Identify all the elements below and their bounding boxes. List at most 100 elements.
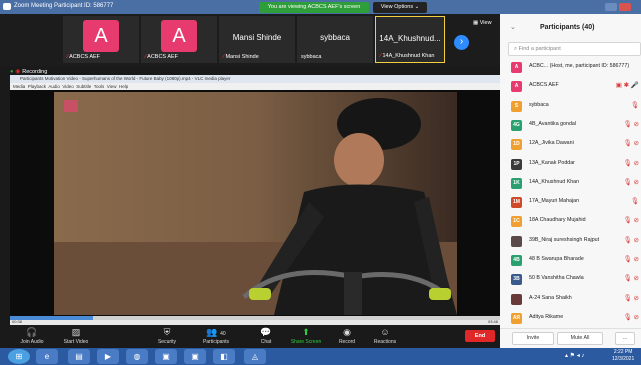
participant-row[interactable]: 4B 48 B Swarupa Bharade 🎙 ⊘ <box>506 253 641 269</box>
avatar: 1K <box>511 177 522 189</box>
participant-row[interactable]: AR Aditya Rikame 🎙 ⊘ <box>506 311 641 327</box>
system-tray-icons[interactable]: ▴ ⚑ ◂ ♪ <box>565 352 584 359</box>
participant-row[interactable]: 1D 12A_Jivika Dawani 🎙 ⊘ <box>506 137 641 153</box>
taskbar-folder-icon[interactable]: ▤ <box>68 349 90 364</box>
participant-row[interactable]: A ACBC... (Host, me, participant ID: 5867… <box>506 60 641 76</box>
participant-status-icons: 🎙 ⊘ <box>623 217 639 225</box>
participant-row[interactable]: Ssybbaca 🎙 <box>506 99 641 115</box>
reactions-button[interactable]: ☺ Reactions <box>368 327 402 345</box>
taskbar-firefox-icon[interactable]: ◍ <box>126 349 148 364</box>
participant-status-icons: 🎙 ⊘ <box>623 159 639 167</box>
record-icon: ◉ <box>343 327 351 337</box>
participant-row[interactable]: A-24 Sana Shaikh 🎙 ⊘ <box>506 292 641 308</box>
menu-subtitle[interactable]: Subtitle <box>76 84 91 89</box>
tile-big-name: Mansi Shinde <box>232 33 282 42</box>
participants-button[interactable]: 👥 40 Participants <box>195 327 237 345</box>
security-button[interactable]: ⛨ Security <box>150 327 184 345</box>
participant-row[interactable]: 1P 13A_Kanak Poddar 🎙 ⊘ <box>506 157 641 173</box>
avatar <box>511 293 522 305</box>
next-page-button[interactable]: › <box>454 35 469 50</box>
taskbar-ie-icon[interactable]: e <box>36 349 58 364</box>
taskbar-media-icon[interactable]: ▶ <box>97 349 119 364</box>
close-button[interactable] <box>619 3 631 11</box>
share-screen-button[interactable]: ⬆ Share Screen <box>286 327 326 345</box>
grid-icon: ▦ <box>473 20 479 26</box>
participant-name: A-24 Sana Shaikh <box>529 294 572 301</box>
muted-mic-icon: ⁄ <box>223 54 224 60</box>
menu-view[interactable]: View <box>107 84 117 89</box>
participant-row[interactable]: 39B_Niraj sureshsingh Rajput 🎙 ⊘ <box>506 234 641 250</box>
video-tile[interactable]: A ⁄ ACBCS AEF <box>141 16 217 63</box>
join-audio-button[interactable]: 🎧 Join Audio <box>14 327 50 345</box>
avatar: 4G <box>511 119 522 131</box>
participant-row[interactable]: 1M 17A_Mayuri Mahajan 🎙 <box>506 195 641 211</box>
more-button[interactable]: ... <box>615 332 635 345</box>
participant-row[interactable]: 3B 50 B Vanshitha Chawla 🎙 ⊘ <box>506 272 641 288</box>
taskbar-zoom-icon-2[interactable]: ▣ <box>184 349 206 364</box>
time-elapsed: 00:38 <box>12 319 23 324</box>
muted-mic-icon: ⁄ <box>145 54 146 60</box>
tile-name: ⁄ ACBCS AEF <box>67 54 101 60</box>
participant-name: ACBCS AEF <box>529 82 559 89</box>
tile-name: ⁄ ACBCS AEF <box>145 54 179 60</box>
muted-mic-icon: ⁄ <box>67 54 68 60</box>
tile-big-name: 14A_Khushnud... <box>379 34 441 43</box>
video-tile[interactable]: A ⁄ ACBCS AEF <box>63 16 139 63</box>
avatar: A <box>83 20 119 52</box>
participant-row[interactable]: A ACBCS AEF ▣ ✱ 🎤 <box>506 79 641 95</box>
participant-name: 50 B Vanshitha Chawla <box>529 275 584 282</box>
video-tile[interactable]: Mansi Shinde ⁄ Mansi Shinde <box>219 16 295 63</box>
avatar: AR <box>511 312 522 324</box>
participant-status-icons: 🎙 ⊘ <box>623 178 639 186</box>
reactions-icon: ☺ <box>380 327 390 337</box>
avatar: 1C <box>511 216 522 228</box>
participant-row[interactable]: 4G 4B_Avantika gondal 🎙 ⊘ <box>506 118 641 134</box>
participant-name: 17A_Mayuri Mahajan <box>529 198 580 205</box>
start-button[interactable]: ⊞ <box>8 349 30 364</box>
menu-audio[interactable]: Audio <box>48 84 60 89</box>
avatar: A <box>511 62 522 73</box>
avatar: 1M <box>511 197 522 209</box>
participants-icon: 👥 40 <box>206 327 226 337</box>
video-frame[interactable] <box>54 92 457 315</box>
start-video-button[interactable]: ▨ Start Video <box>56 327 96 345</box>
participant-name: 12A_Jivika Dawani <box>529 140 574 147</box>
cyclist-video-image <box>54 92 457 315</box>
participant-row[interactable]: 1C 18A Chaudhary Mujahid 🎙 ⊘ <box>506 214 641 230</box>
chat-button[interactable]: 💬 Chat <box>254 327 278 345</box>
mute-all-button[interactable]: Mute All <box>557 332 603 345</box>
participant-search-input[interactable]: ⌕ Find a participant <box>508 42 641 56</box>
vlc-menu-bar: Media Playback Audio Video Subtitle Tool… <box>10 83 500 90</box>
system-clock[interactable]: 2:22 PM 12/3/2021 <box>612 349 634 363</box>
invite-button[interactable]: Invite <box>512 332 554 345</box>
collapse-icon[interactable]: ⌄ <box>510 23 516 31</box>
share-screen-icon: ⬆ <box>302 327 310 337</box>
participant-status-icons: 🎙 ⊘ <box>623 140 639 148</box>
avatar: S <box>511 100 522 112</box>
view-options-button[interactable]: View Options ⌄ <box>373 2 427 13</box>
video-off-icon: ▨ <box>71 327 81 337</box>
menu-video[interactable]: Video <box>62 84 73 89</box>
taskbar-zoom-icon[interactable]: ▣ <box>155 349 177 364</box>
video-tile[interactable]: sybbaca sybbaca <box>297 16 373 63</box>
tile-name: sybbaca <box>301 54 322 60</box>
participant-row[interactable]: 1K 14A_Khushnud Khan 🎙 ⊘ <box>506 176 641 192</box>
participant-name: 14A_Khushnud Khan <box>529 178 580 185</box>
taskbar-vlc-icon[interactable]: ◬ <box>244 349 266 364</box>
avatar <box>511 235 522 247</box>
active-speaker-tile[interactable]: 14A_Khushnud... ⁄ 14A_Khushnud Khan <box>375 16 445 63</box>
menu-tools[interactable]: Tools <box>94 84 105 89</box>
view-button[interactable]: ▦ View <box>473 20 492 26</box>
participant-status-icons: 🎙 ⊘ <box>623 294 639 302</box>
end-meeting-button[interactable]: End <box>465 330 495 342</box>
participant-name: Aditya Rikame <box>529 313 564 320</box>
record-button[interactable]: ◉ Record <box>334 327 360 345</box>
participant-name: 13A_Kanak Poddar <box>529 159 575 166</box>
minimize-button[interactable] <box>605 3 617 11</box>
window-title: Zoom Meeting Participant ID: 586777 <box>14 3 114 9</box>
muted-mic-icon: ⁄ <box>380 53 381 59</box>
taskbar-app-icon[interactable]: ◧ <box>213 349 235 364</box>
menu-playback[interactable]: Playback <box>28 84 46 89</box>
menu-help[interactable]: Help <box>119 84 128 89</box>
menu-media[interactable]: Media <box>13 84 25 89</box>
